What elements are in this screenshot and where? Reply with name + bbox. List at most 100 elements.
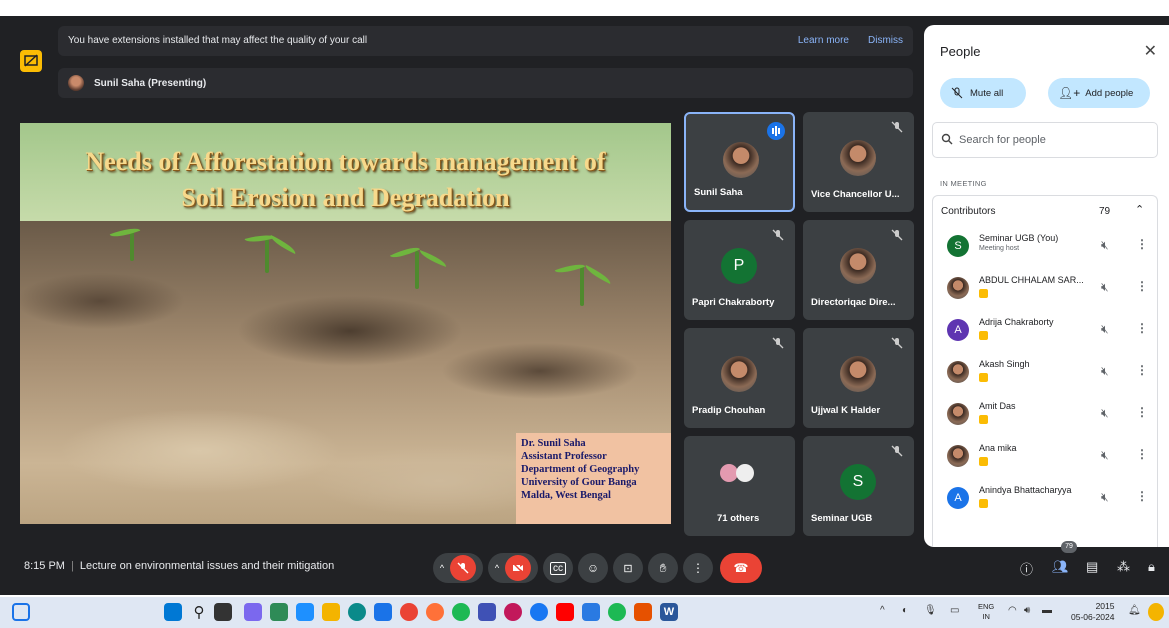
more-options-icon[interactable]: ⋮ (1136, 279, 1148, 293)
keyboard-icon[interactable]: ▭ (950, 605, 959, 616)
caption-line: Dr. Sunil Saha (521, 438, 586, 449)
participant-tile[interactable]: Directoriqac Dire... (803, 220, 914, 320)
start-icon[interactable] (164, 603, 182, 621)
participant-tile[interactable]: S Seminar UGB (803, 436, 914, 536)
list-item[interactable]: A Anindya Bhattacharyya 🔇︎ ⋮ (933, 481, 1159, 523)
app-icon[interactable] (504, 603, 522, 621)
mic-tray-icon[interactable]: 🎙︎ (924, 605, 937, 616)
chrome-icon[interactable] (400, 603, 418, 621)
people-icon[interactable]: 👥︎ (1052, 559, 1069, 575)
learn-more-link[interactable]: Learn more (798, 35, 849, 46)
host-controls-icon[interactable]: 🔒︎ (1148, 559, 1155, 575)
app-icon[interactable] (452, 603, 470, 621)
mic-off-icon[interactable]: 🔇︎ (1101, 280, 1109, 295)
participant-name: Akash Singh (979, 359, 1030, 369)
mute-all-button[interactable]: Mute all (940, 78, 1026, 108)
more-options-icon[interactable]: ⋮ (1136, 321, 1148, 335)
mic-off-icon[interactable]: 🔇︎ (1101, 238, 1109, 253)
chevron-up-icon[interactable]: ^ (880, 605, 885, 616)
clock-date: 05-06-2024 (1071, 612, 1115, 622)
list-item[interactable]: Akash Singh 🔇︎ ⋮ (933, 355, 1159, 397)
mic-off-icon[interactable]: 🔇︎ (1101, 406, 1109, 421)
battery-icon[interactable]: ▬ (1042, 605, 1052, 616)
mic-off-icon[interactable]: 🔇︎ (1101, 364, 1109, 379)
mute-all-label: Mute all (970, 87, 1004, 99)
chevron-up-icon[interactable]: ^ (440, 563, 444, 573)
wifi-icon[interactable]: ◠ (1008, 605, 1017, 616)
mic-toggle-button[interactable]: ^ (433, 553, 483, 583)
more-options-icon[interactable]: ⋮ (1136, 447, 1148, 461)
participant-name: Ana mika (979, 443, 1017, 453)
notepad-icon[interactable] (582, 603, 600, 621)
chat-icon[interactable]: ▤ (1086, 559, 1098, 575)
spotify-icon[interactable] (608, 603, 626, 621)
participant-tile[interactable]: P Papri Chakraborty (684, 220, 795, 320)
search-icon[interactable]: ⚲ (190, 603, 208, 621)
captions-button[interactable]: cc (543, 553, 573, 583)
app-icon[interactable] (634, 603, 652, 621)
raise-hand-button[interactable]: ✋︎ (648, 553, 678, 583)
participant-tile[interactable]: Ujjwal K Halder (803, 328, 914, 428)
contributors-section-header[interactable]: Contributors 79 ⌃ (932, 195, 1158, 227)
mic-off-icon[interactable]: 🔇︎ (1101, 490, 1109, 505)
calculator-icon[interactable] (478, 603, 496, 621)
app-icon[interactable] (374, 603, 392, 621)
more-options-icon[interactable]: ⋮ (1136, 363, 1148, 377)
word-icon[interactable]: W (660, 603, 678, 621)
mic-off-icon[interactable] (450, 555, 477, 581)
search-people-input[interactable]: Search for people (932, 122, 1158, 158)
participant-tile[interactable]: Vice Chancellor U... (803, 112, 914, 212)
participant-tile[interactable]: Pradip Chouhan (684, 328, 795, 428)
mic-off-icon[interactable]: 🔇︎ (1101, 448, 1109, 463)
file-explorer-icon[interactable] (322, 603, 340, 621)
presenting-label: Sunil Saha (Presenting) (94, 78, 207, 89)
system-clock[interactable]: 2015 05-06-2024 (1071, 601, 1114, 623)
list-item[interactable]: Amit Das 🔇︎ ⋮ (933, 397, 1159, 439)
volume-icon[interactable]: 🔊︎ (1024, 605, 1030, 616)
leave-call-button[interactable]: ☎︎ (720, 553, 762, 583)
dismiss-button[interactable]: Dismiss (868, 35, 903, 46)
facebook-icon[interactable] (530, 603, 548, 621)
list-item[interactable]: Ana mika 🔇︎ ⋮ (933, 439, 1159, 481)
list-item[interactable]: S Seminar UGB (You) Meeting host 🔇︎ ⋮ (933, 229, 1159, 271)
chevron-up-icon[interactable]: ^ (495, 563, 499, 573)
notification-icon[interactable]: 🔔︎ (1128, 605, 1141, 616)
participant-avatar (840, 248, 876, 284)
info-icon[interactable]: ⓘ (1020, 559, 1033, 578)
camera-off-icon[interactable] (505, 555, 532, 581)
pip-icon[interactable] (20, 50, 42, 72)
language-indicator[interactable]: ENG IN (978, 602, 994, 622)
weather-icon[interactable] (1148, 603, 1164, 621)
more-options-icon[interactable]: ⋮ (1136, 237, 1148, 251)
search-icon (941, 133, 953, 145)
app-tray-icon[interactable]: ◐ (902, 605, 908, 616)
chevron-up-icon[interactable]: ⌃ (1135, 203, 1144, 216)
reactions-button[interactable]: ☺ (578, 553, 608, 583)
more-options-icon[interactable]: ⋮ (1136, 405, 1148, 419)
participant-avatar: A (947, 319, 969, 341)
task-view-icon[interactable] (214, 603, 232, 621)
widgets-icon[interactable] (12, 603, 30, 621)
others-tile[interactable]: 71 others (684, 436, 795, 536)
firefox-icon[interactable] (426, 603, 444, 621)
youtube-icon[interactable] (556, 603, 574, 621)
close-icon[interactable]: ✕ (1144, 41, 1157, 61)
copilot-icon[interactable] (244, 603, 262, 621)
add-people-button[interactable]: 👤︎+ Add people (1048, 78, 1150, 108)
participant-tile[interactable]: Sunil Saha (684, 112, 795, 212)
app-icon[interactable] (270, 603, 288, 621)
list-item[interactable]: ABDUL CHHALAM SAR... 🔇︎ ⋮ (933, 271, 1159, 313)
edge-icon[interactable] (348, 603, 366, 621)
app-icon[interactable] (296, 603, 314, 621)
activities-icon[interactable]: ⁂ (1117, 559, 1130, 575)
participant-name: Directoriqac Dire... (811, 297, 896, 308)
camera-toggle-button[interactable]: ^ (488, 553, 538, 583)
more-options-icon[interactable]: ⋮ (1136, 489, 1148, 503)
more-options-button[interactable]: ⋮ (683, 553, 713, 583)
list-item[interactable]: A Adrija Chakraborty 🔇︎ ⋮ (933, 313, 1159, 355)
present-button[interactable]: ⊡ (613, 553, 643, 583)
slide-caption: Dr. Sunil Saha Assistant Professor Depar… (516, 433, 671, 524)
caption-line: Assistant Professor (521, 451, 607, 462)
mic-off-icon[interactable]: 🔇︎ (1101, 322, 1109, 337)
participant-name: Amit Das (979, 401, 1016, 411)
